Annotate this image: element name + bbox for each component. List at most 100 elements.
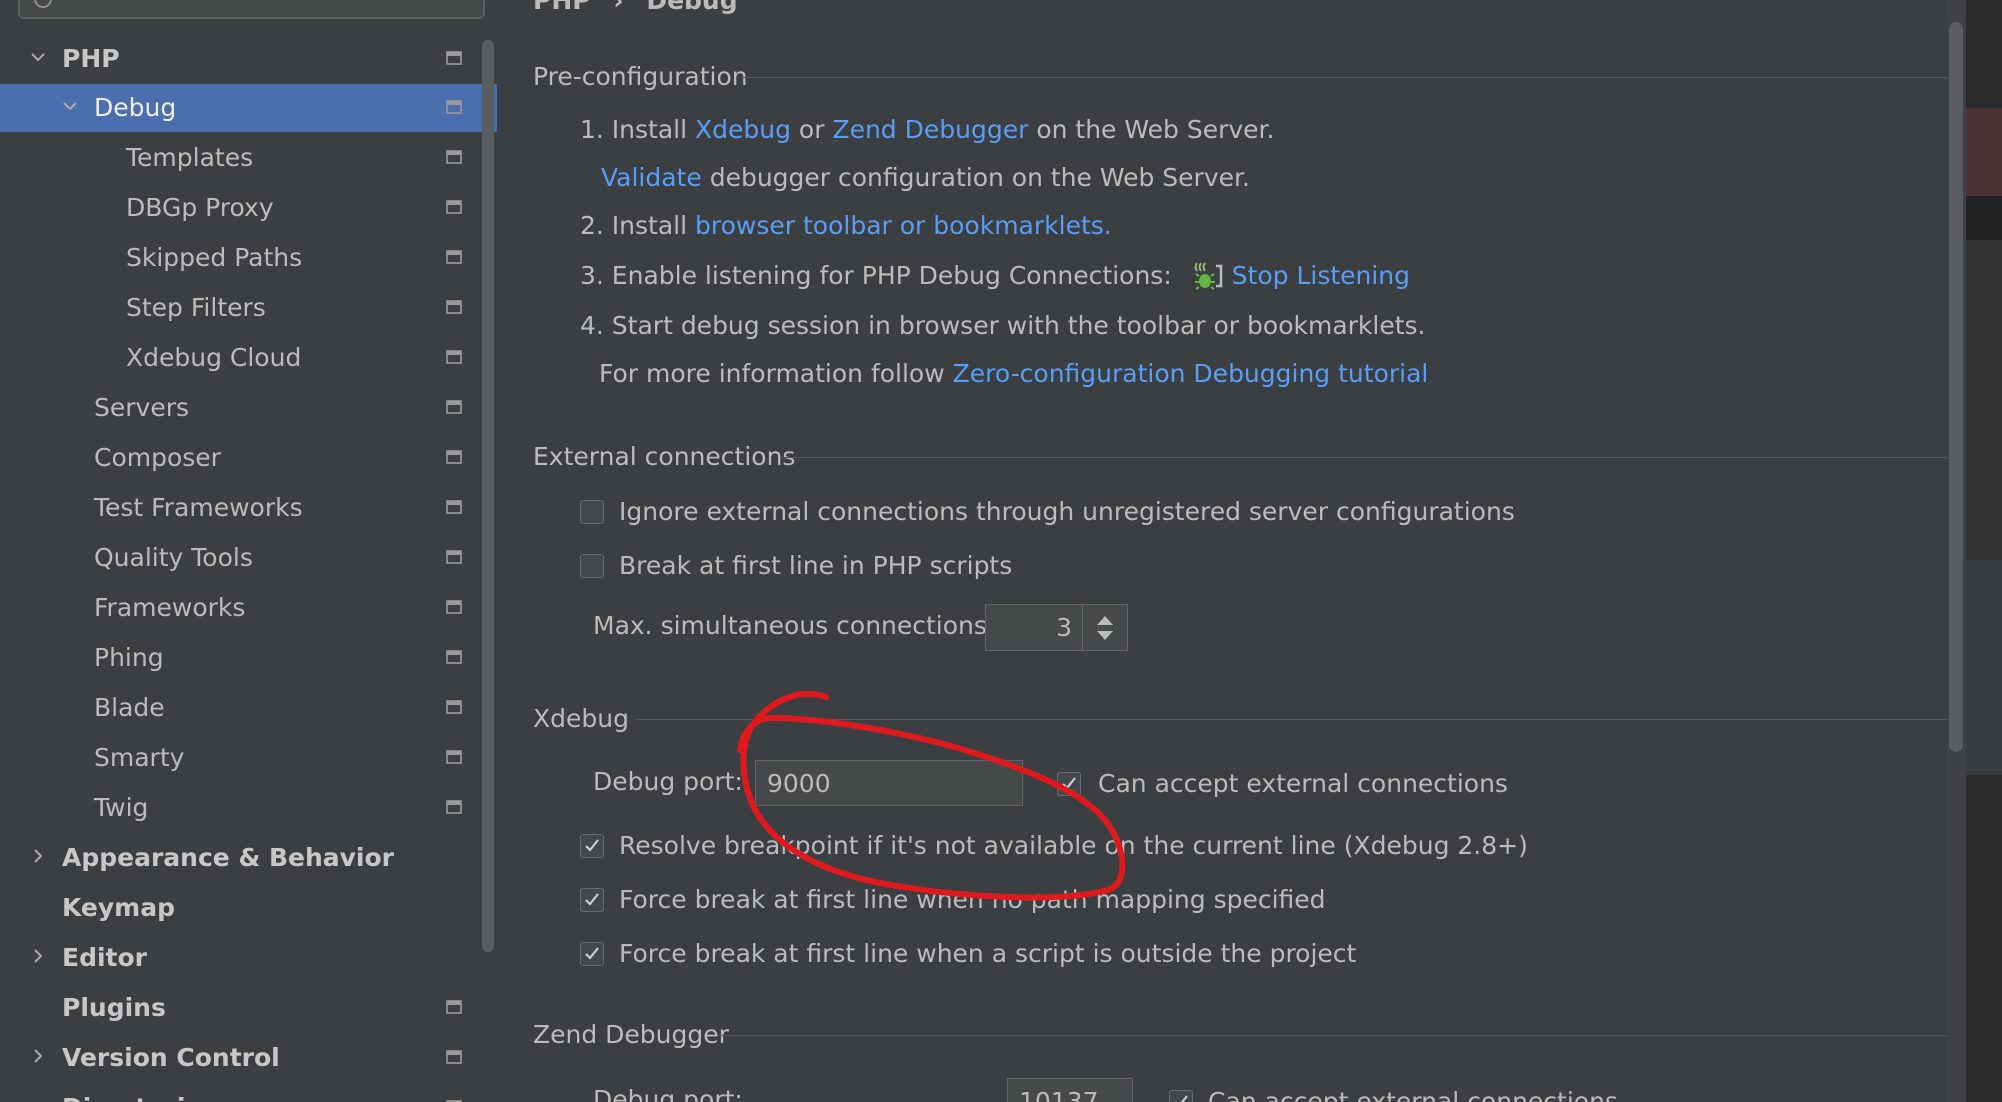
- xdebug-port-field[interactable]: 9000: [755, 760, 1023, 806]
- sidebar-item-plugins[interactable]: Plugins: [0, 984, 480, 1032]
- sidebar-item-label: Templates: [126, 143, 254, 172]
- xdebug-link[interactable]: Xdebug: [695, 115, 791, 144]
- project-scope-icon: [446, 300, 462, 314]
- sidebar-item-step-filters[interactable]: Step Filters: [0, 284, 480, 332]
- sidebar-item-label: Servers: [94, 393, 190, 422]
- section-title: Pre-configuration: [533, 62, 748, 91]
- checkmark-icon: [1175, 1095, 1188, 1102]
- preconfig-step-2: 2. Install browser toolbar or bookmarkle…: [580, 211, 1112, 240]
- browser-toolbar-link[interactable]: browser toolbar or bookmarklets.: [695, 211, 1112, 240]
- sidebar-item-editor[interactable]: Editor: [0, 934, 480, 982]
- sidebar-item-label: Appearance & Behavior: [62, 843, 394, 872]
- sidebar-item-xdebug-cloud[interactable]: Xdebug Cloud: [0, 334, 480, 382]
- sidebar-item-servers[interactable]: Servers: [0, 384, 480, 432]
- ignore-external-checkbox[interactable]: [580, 500, 604, 524]
- force-break-outside-project-checkbox[interactable]: [580, 942, 604, 966]
- zero-config-tutorial-link[interactable]: Zero-configuration Debugging tutorial: [953, 359, 1429, 388]
- sidebar-item-smarty[interactable]: Smarty: [0, 734, 480, 782]
- sidebar-item-label: Xdebug Cloud: [126, 343, 302, 372]
- sidebar-item-debug[interactable]: Debug: [0, 84, 497, 132]
- resolve-breakpoint-label: Resolve breakpoint if it's not available…: [619, 831, 1528, 860]
- sidebar-item-composer[interactable]: Composer: [0, 434, 480, 482]
- sidebar-item-dbgp-proxy[interactable]: DBGp Proxy: [0, 184, 480, 232]
- sidebar-item-label: Debug: [94, 93, 177, 122]
- xdebug-accept-external-label: Can accept external connections: [1098, 769, 1508, 798]
- section-preconfiguration: Pre-configuration: [533, 62, 1956, 92]
- sidebar-item-templates[interactable]: Templates: [0, 134, 480, 182]
- chevron-right-icon[interactable]: [28, 1046, 48, 1066]
- chevron-down-icon[interactable]: [60, 96, 80, 116]
- sidebar-item-frameworks[interactable]: Frameworks: [0, 584, 480, 632]
- chevron-right-icon[interactable]: [28, 846, 48, 866]
- project-scope-icon: [446, 1000, 462, 1014]
- checkmark-icon: [585, 839, 599, 852]
- sidebar-item-label: Blade: [94, 693, 165, 722]
- force-break-no-mapping-checkbox[interactable]: [580, 888, 604, 912]
- breadcrumb-parent[interactable]: PHP: [533, 0, 591, 15]
- sidebar-item-php[interactable]: PHP: [0, 35, 480, 83]
- chevron-down-icon[interactable]: [28, 47, 48, 67]
- zend-port-value[interactable]: 10137: [1019, 1087, 1099, 1102]
- sidebar-item-label: Skipped Paths: [126, 243, 303, 272]
- sidebar-item-skipped-paths[interactable]: Skipped Paths: [0, 234, 480, 282]
- sidebar-item-appearance-behavior[interactable]: Appearance & Behavior: [0, 834, 480, 882]
- sidebar-item-keymap[interactable]: Keymap: [0, 884, 480, 932]
- breadcrumb-current: Debug: [646, 0, 738, 15]
- section-title: External connections: [533, 442, 796, 471]
- sidebar-item-quality-tools[interactable]: Quality Tools: [0, 534, 480, 582]
- sidebar-item-label: Twig: [94, 793, 149, 822]
- validate-link[interactable]: Validate: [601, 163, 702, 192]
- content-scrollbar-thumb[interactable]: [1949, 22, 1963, 752]
- sidebar-item-label: Plugins: [62, 993, 166, 1022]
- sidebar-item-blade[interactable]: Blade: [0, 684, 480, 732]
- project-scope-icon: [446, 150, 462, 164]
- stop-listening-link[interactable]: Stop Listening: [1232, 261, 1410, 290]
- tree-scrollbar-thumb[interactable]: [482, 40, 494, 952]
- preconfig-step-4: 4. Start debug session in browser with t…: [580, 311, 1426, 340]
- spinner-buttons[interactable]: [1082, 605, 1127, 650]
- spinner-up-icon[interactable]: [1097, 616, 1113, 625]
- settings-search-input[interactable]: [18, 0, 485, 19]
- max-connections-value[interactable]: 3: [1056, 613, 1072, 642]
- ignore-external-label: Ignore external connections through unre…: [619, 497, 1515, 526]
- max-connections-label: Max. simultaneous connections:: [593, 611, 996, 640]
- preconfig-more-info: For more information follow Zero-configu…: [599, 359, 1429, 388]
- sidebar-item-label: DBGp Proxy: [126, 193, 274, 222]
- sidebar-item-version-control[interactable]: Version Control: [0, 1034, 480, 1082]
- background-window-edge: [1966, 0, 2002, 1102]
- project-scope-icon: [446, 200, 462, 214]
- sidebar-item-label: Phing: [94, 643, 164, 672]
- section-title: Xdebug: [533, 704, 629, 733]
- breadcrumb: PHP › Debug: [533, 0, 738, 15]
- background-row: [1966, 196, 2002, 240]
- zend-accept-external-checkbox[interactable]: [1169, 1090, 1193, 1102]
- xdebug-port-label: Debug port:: [593, 767, 743, 796]
- force-break-no-mapping-label: Force break at first line when no path m…: [619, 885, 1326, 914]
- sidebar-item-test-frameworks[interactable]: Test Frameworks: [0, 484, 480, 532]
- sidebar-item-label: Keymap: [62, 893, 176, 922]
- project-scope-icon: [446, 1050, 462, 1064]
- background-panel-lower: [1966, 560, 2002, 775]
- zend-port-label: Debug port:: [593, 1085, 743, 1102]
- xdebug-port-value[interactable]: 9000: [767, 769, 831, 798]
- project-scope-icon: [446, 250, 462, 264]
- section-xdebug: Xdebug: [533, 704, 1956, 734]
- break-first-line-checkbox[interactable]: [580, 554, 604, 578]
- sidebar-item-phing[interactable]: Phing: [0, 634, 480, 682]
- xdebug-accept-external-checkbox[interactable]: [1057, 772, 1081, 796]
- zend-debugger-link[interactable]: Zend Debugger: [832, 115, 1028, 144]
- max-connections-spinner[interactable]: 3: [985, 604, 1128, 651]
- chevron-right-icon[interactable]: [28, 946, 48, 966]
- project-scope-icon: [446, 450, 462, 464]
- spinner-down-icon[interactable]: [1097, 631, 1113, 640]
- sidebar-item-twig[interactable]: Twig: [0, 784, 480, 832]
- resolve-breakpoint-checkbox[interactable]: [580, 834, 604, 858]
- checkmark-icon: [1062, 777, 1076, 790]
- section-divider: [635, 719, 1956, 720]
- sidebar-item-label: Frameworks: [94, 593, 246, 622]
- background-panel: [1966, 240, 2002, 560]
- zend-port-field[interactable]: 10137: [1007, 1078, 1133, 1102]
- sidebar-item-directories[interactable]: Directories: [0, 1084, 480, 1102]
- sidebar-item-label: PHP: [62, 44, 120, 73]
- zend-accept-external-label: Can accept external connections: [1208, 1087, 1618, 1102]
